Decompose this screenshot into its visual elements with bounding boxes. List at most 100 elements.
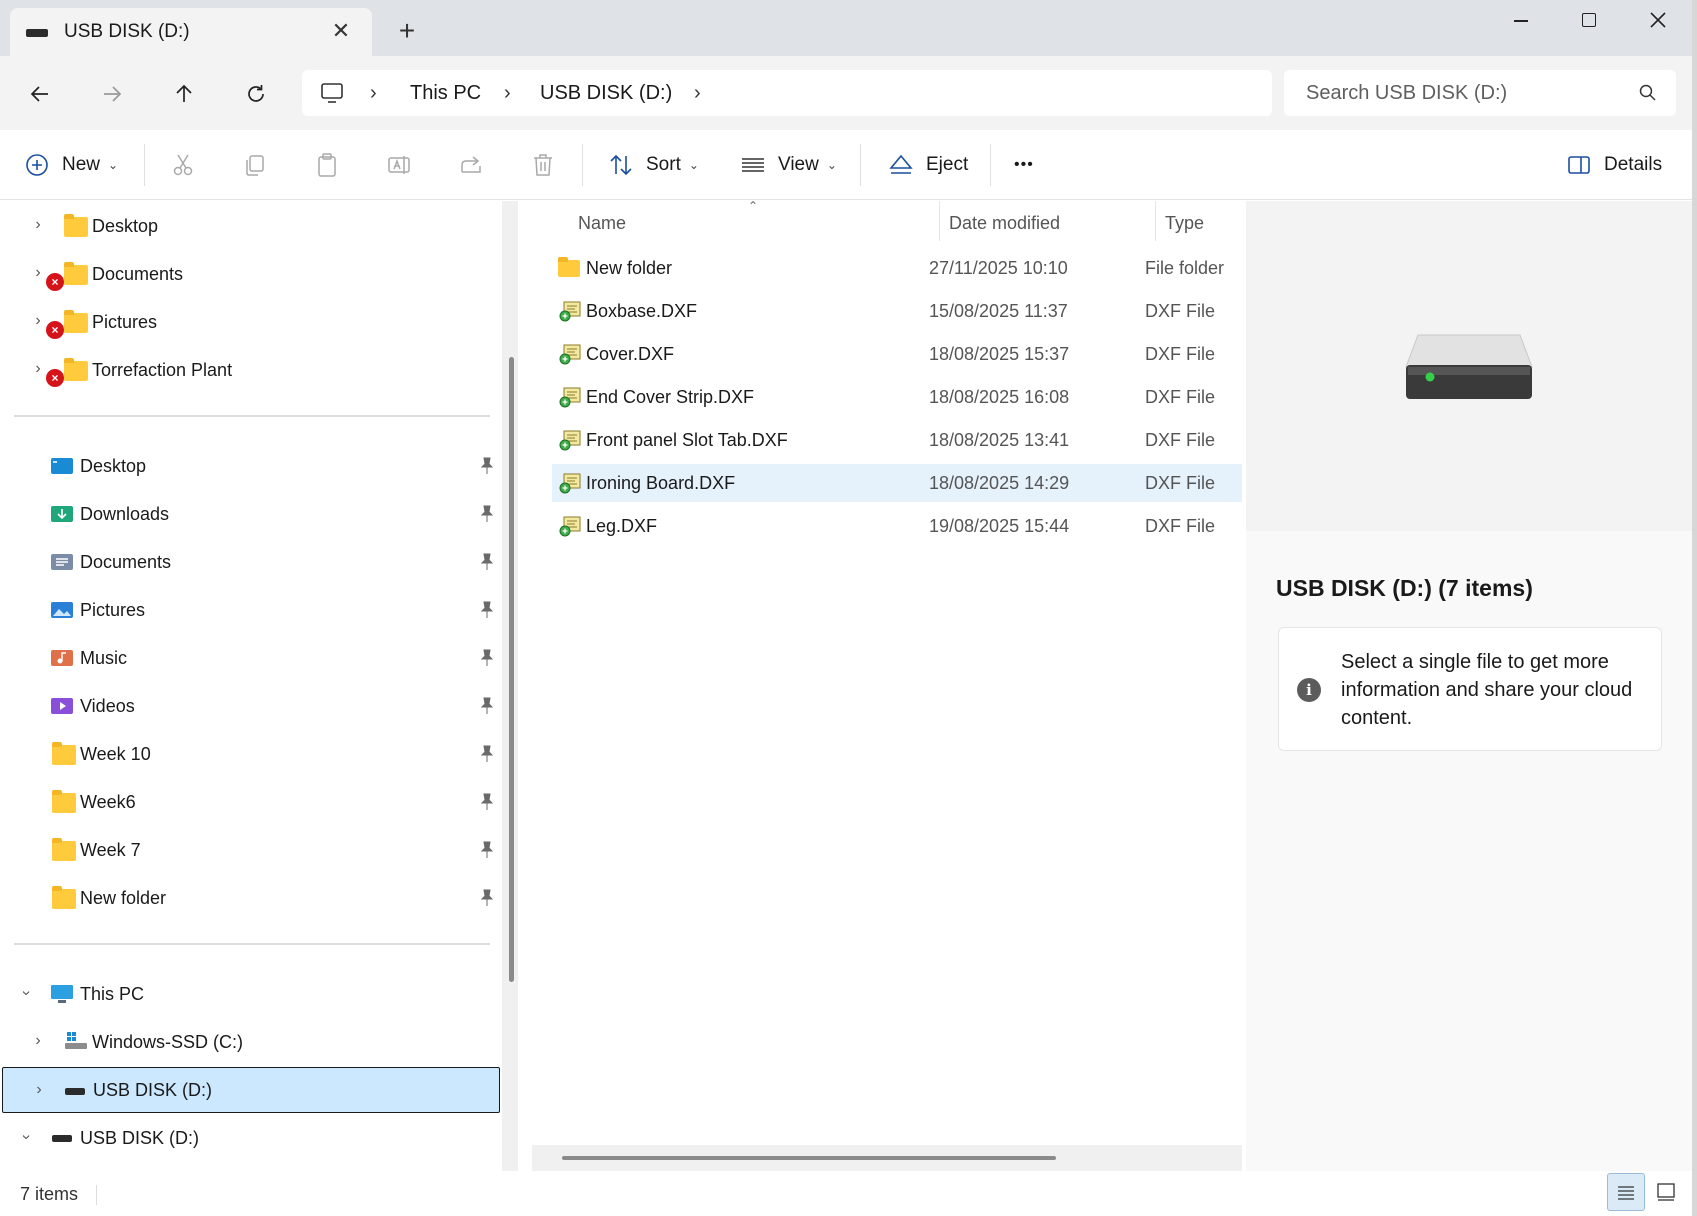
sort-button[interactable]: Sort ⌄ <box>608 148 699 182</box>
nav-item-documents[interactable]: › × Documents <box>2 251 500 297</box>
chevron-right-icon[interactable]: › <box>29 1080 49 1100</box>
nav-item-label: Week 7 <box>80 840 141 860</box>
horizontal-scrollbar-thumb[interactable] <box>562 1156 1056 1160</box>
horizontal-scrollbar[interactable] <box>532 1145 1242 1171</box>
divider <box>582 144 583 186</box>
column-header-name[interactable]: Name <box>578 213 626 234</box>
chevron-right-icon[interactable]: › <box>28 1031 48 1051</box>
pin-icon[interactable] <box>480 505 494 523</box>
quick-access-documents[interactable]: Documents <box>2 539 500 585</box>
minimize-button[interactable] <box>1485 0 1555 40</box>
file-row[interactable]: Front panel Slot Tab.DXF 18/08/2025 13:41… <box>552 421 1242 459</box>
file-row[interactable]: Leg.DXF 19/08/2025 15:44 DXF File <box>552 507 1242 545</box>
maximize-button[interactable] <box>1553 0 1623 40</box>
refresh-button[interactable] <box>236 74 276 114</box>
file-row[interactable]: End Cover Strip.DXF 18/08/2025 16:08 DXF F… <box>552 378 1242 416</box>
pin-icon[interactable] <box>480 745 494 763</box>
nav-item-usb-disk-selected[interactable]: › USB DISK (D:) <box>2 1067 500 1113</box>
tiles-view-button[interactable] <box>1647 1173 1685 1211</box>
cut-button[interactable] <box>170 148 196 182</box>
nav-scrollbar-thumb[interactable] <box>509 357 514 982</box>
videos-folder-icon <box>51 698 73 714</box>
nav-item-usb-disk-root[interactable]: › USB DISK (D:) <box>2 1115 500 1161</box>
close-window-button[interactable] <box>1623 0 1693 40</box>
column-header-date-modified[interactable]: Date modified <box>949 213 1060 234</box>
quick-access-week-10[interactable]: Week 10 <box>2 731 500 777</box>
file-row[interactable]: Boxbase.DXF 15/08/2025 11:37 DXF File <box>552 292 1242 330</box>
copy-button[interactable] <box>242 148 268 182</box>
quick-access-music[interactable]: Music <box>2 635 500 681</box>
share-button[interactable] <box>458 148 484 182</box>
view-button[interactable]: View ⌄ <box>740 148 837 182</box>
up-button[interactable] <box>164 74 204 114</box>
eject-button[interactable]: Eject <box>888 148 968 182</box>
quick-access-pictures[interactable]: Pictures <box>2 587 500 633</box>
delete-button[interactable] <box>530 148 556 182</box>
title-bar: USB DISK (D:) ✕ + <box>0 0 1697 56</box>
quick-access-downloads[interactable]: Downloads <box>2 491 500 537</box>
breadcrumb-this-pc[interactable]: This PC <box>410 82 481 105</box>
pin-icon[interactable] <box>480 649 494 667</box>
chevron-right-icon[interactable]: › <box>28 215 48 235</box>
rename-button[interactable] <box>386 148 412 182</box>
nav-item-label: Music <box>80 648 128 668</box>
search-box[interactable]: Search USB DISK (D:) <box>1284 70 1676 116</box>
trash-icon <box>534 154 552 176</box>
forward-button[interactable] <box>92 74 132 114</box>
pin-icon[interactable] <box>480 457 494 475</box>
desktop-folder-icon <box>51 458 73 474</box>
chevron-down-icon[interactable]: › <box>16 983 36 1003</box>
usb-drive-icon <box>52 1135 72 1142</box>
tab-usb-disk[interactable]: USB DISK (D:) ✕ <box>10 8 372 56</box>
quick-access-new-folder[interactable]: New folder <box>2 875 500 921</box>
file-row[interactable]: New folder 27/11/2025 10:10 File folder <box>552 249 1242 287</box>
eject-label: Eject <box>926 154 969 175</box>
nav-item-label: Pictures <box>92 312 158 332</box>
pin-icon[interactable] <box>480 601 494 619</box>
pin-icon[interactable] <box>480 697 494 715</box>
column-divider[interactable] <box>1155 201 1156 241</box>
sync-error-icon: × <box>46 273 64 291</box>
pin-icon[interactable] <box>480 553 494 571</box>
quick-access-videos[interactable]: Videos <box>2 683 500 729</box>
nav-item-pictures[interactable]: › × Pictures <box>2 299 500 345</box>
more-options-button[interactable]: ••• <box>1014 148 1034 182</box>
nav-scrollbar-track[interactable] <box>502 201 518 1171</box>
new-tab-button[interactable]: + <box>392 16 422 46</box>
chevron-right-icon[interactable]: › <box>28 311 48 331</box>
new-button[interactable]: New ⌄ <box>24 148 118 182</box>
breadcrumb-chevron-icon[interactable]: › <box>504 82 511 105</box>
breadcrumb-usb-disk[interactable]: USB DISK (D:) <box>540 82 672 105</box>
quick-access-desktop[interactable]: Desktop <box>2 443 500 489</box>
nav-item-desktop[interactable]: › Desktop <box>2 203 500 249</box>
breadcrumb-chevron-icon[interactable]: › <box>694 82 701 105</box>
details-pane: USB DISK (D:) (7 items) i Select a singl… <box>1246 201 1692 1171</box>
address-bar[interactable]: › This PC › USB DISK (D:) › <box>302 70 1272 116</box>
details-pane-button[interactable]: Details <box>1566 148 1662 182</box>
nav-item-label: Week6 <box>80 792 136 812</box>
chevron-down-icon[interactable]: › <box>16 1127 36 1147</box>
pin-icon[interactable] <box>480 841 494 859</box>
computer-icon <box>51 985 73 1003</box>
nav-item-torrefaction-plant[interactable]: › × Torrefaction Plant <box>2 347 500 393</box>
usb-drive-icon <box>65 1088 85 1095</box>
file-row[interactable]: Ironing Board.DXF 18/08/2025 14:29 DXF Fil… <box>552 464 1242 502</box>
chevron-down-icon: ⌄ <box>108 158 119 172</box>
tab-close-button[interactable]: ✕ <box>326 16 356 46</box>
chevron-right-icon[interactable]: › <box>28 359 48 379</box>
back-button[interactable] <box>20 74 60 114</box>
quick-access-week6[interactable]: Week6 <box>2 779 500 825</box>
quick-access-week-7[interactable]: Week 7 <box>2 827 500 873</box>
nav-item-this-pc[interactable]: › This PC <box>2 971 500 1017</box>
file-row[interactable]: Cover.DXF 18/08/2025 15:37 DXF File <box>552 335 1242 373</box>
chevron-right-icon[interactable]: › <box>28 263 48 283</box>
pin-icon[interactable] <box>480 793 494 811</box>
paste-button[interactable] <box>314 148 340 182</box>
pin-icon[interactable] <box>480 889 494 907</box>
nav-item-windows-ssd[interactable]: › Windows-SSD (C:) <box>2 1019 500 1065</box>
details-view-button[interactable] <box>1607 1173 1645 1211</box>
column-divider[interactable] <box>939 201 940 241</box>
file-name: End Cover Strip.DXF <box>586 387 755 407</box>
breadcrumb-chevron-icon[interactable]: › <box>370 82 377 105</box>
column-header-type[interactable]: Type <box>1165 213 1204 234</box>
